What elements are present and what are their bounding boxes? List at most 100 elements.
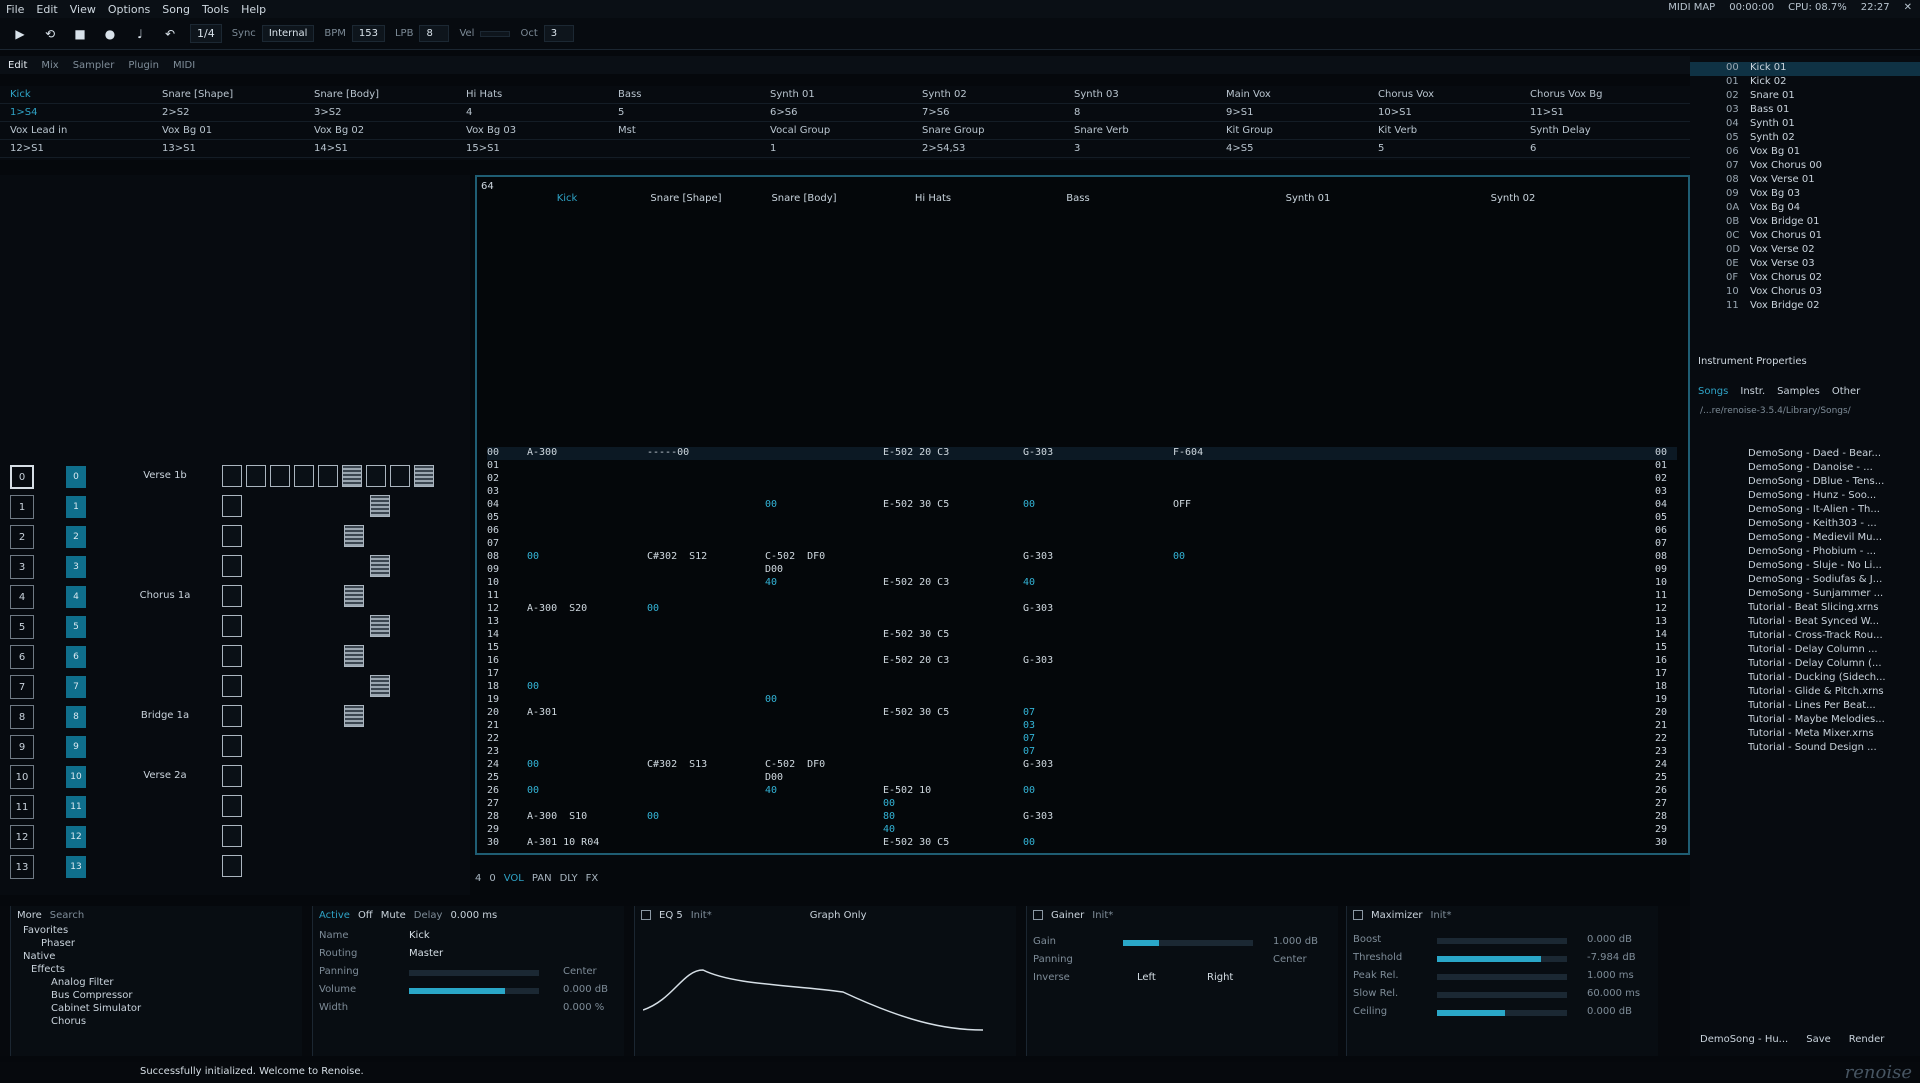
song-file-item[interactable]: Tutorial - Ducking (Sidech... <box>1690 672 1920 686</box>
vol-column-toggle[interactable]: VOL <box>504 873 524 884</box>
instrument-item[interactable]: 08 Vox Verse 01 <box>1690 174 1920 188</box>
song-file-item[interactable]: DemoSong - Medievil Mu... <box>1690 532 1920 546</box>
song-file-item[interactable]: Tutorial - Lines Per Beat... <box>1690 700 1920 714</box>
pattern-row[interactable]: 19 00 19 <box>487 694 1677 707</box>
matrix-cell[interactable] <box>270 465 290 487</box>
pattern-index[interactable]: 7 <box>66 676 86 698</box>
eq-mode-select[interactable]: Graph Only <box>810 910 867 921</box>
tab-plugin[interactable]: Plugin <box>128 60 159 71</box>
note-cell[interactable]: G-303 <box>1023 603 1053 614</box>
sequence-slot[interactable]: 33 <box>10 555 86 579</box>
note-cell[interactable]: E-502 30 C5 <box>883 629 949 640</box>
note-cell[interactable]: 00 <box>1023 499 1035 510</box>
routing-cell[interactable]: 12>S1 <box>0 140 152 157</box>
sequence-number[interactable]: 3 <box>10 555 34 579</box>
note-cell[interactable]: E-502 10 <box>883 785 931 796</box>
routing-cell[interactable]: 3 <box>1064 140 1216 157</box>
instrument-item[interactable]: 0D Vox Verse 02 <box>1690 244 1920 258</box>
note-cell[interactable]: G-303 <box>1023 447 1053 458</box>
tab-mix[interactable]: Mix <box>41 60 58 71</box>
note-cell[interactable]: 00 <box>647 603 659 614</box>
pattern-index[interactable]: 13 <box>66 856 86 878</box>
song-file-item[interactable]: DemoSong - DBlue - Tens... <box>1690 476 1920 490</box>
routing-cell[interactable]: Vox Bg 03 <box>456 122 608 139</box>
menu-song[interactable]: Song <box>162 3 190 16</box>
menu-tools[interactable]: Tools <box>202 3 229 16</box>
song-file-item[interactable]: Tutorial - Sound Design ... <box>1690 742 1920 756</box>
browser-search-input[interactable]: Search <box>50 910 84 921</box>
pattern-row[interactable]: 03 03 <box>487 486 1677 499</box>
routing-cell[interactable]: 1>S4 <box>0 104 152 121</box>
note-cell[interactable]: 00 <box>527 785 539 796</box>
metronome-icon[interactable]: ♩ <box>130 25 150 43</box>
inverse-left-button[interactable]: Left <box>1137 972 1156 983</box>
routing-cell[interactable]: 6 <box>1520 140 1672 157</box>
instrument-item[interactable]: 01 Kick 02 <box>1690 76 1920 90</box>
song-file-item[interactable]: DemoSong - Sluje - No Li... <box>1690 560 1920 574</box>
gain-slider[interactable] <box>1123 940 1253 946</box>
menu-help[interactable]: Help <box>241 3 266 16</box>
matrix-cell[interactable] <box>222 855 242 877</box>
sequence-slot[interactable]: 00 <box>10 465 86 489</box>
sequence-number[interactable]: 9 <box>10 735 34 759</box>
tab-midi[interactable]: MIDI <box>173 60 195 71</box>
pattern-index[interactable]: 3 <box>66 556 86 578</box>
record-icon[interactable]: ● <box>100 25 120 43</box>
note-cell[interactable]: C-502 DF0 <box>765 759 825 770</box>
matrix-cell[interactable] <box>222 765 242 787</box>
ceiling-slider[interactable] <box>1437 1010 1567 1016</box>
matrix-cell[interactable] <box>222 525 242 547</box>
instrument-item[interactable]: 0F Vox Chorus 02 <box>1690 272 1920 286</box>
pattern-index[interactable]: 10 <box>66 766 86 788</box>
track-header[interactable]: Bass <box>1003 189 1153 239</box>
song-file-item[interactable]: Tutorial - Cross-Track Rou... <box>1690 630 1920 644</box>
pattern-index[interactable]: 9 <box>66 736 86 758</box>
pattern-row[interactable]: 24 00 C#302 S13 C-502 DF0 G-303 24 <box>487 759 1677 772</box>
sequence-number[interactable]: 0 <box>10 465 34 489</box>
instrument-item[interactable]: 0B Vox Bridge 01 <box>1690 216 1920 230</box>
routing-cell[interactable]: Vox Lead in <box>0 122 152 139</box>
sequence-slot[interactable]: 55 <box>10 615 86 639</box>
sequence-number[interactable]: 5 <box>10 615 34 639</box>
track-header[interactable]: Hi Hats <box>863 189 1003 239</box>
song-file-item[interactable]: DemoSong - Sunjammer ... <box>1690 588 1920 602</box>
routing-cell[interactable]: 1 <box>760 140 912 157</box>
effect-item[interactable]: Chorus <box>23 1015 302 1028</box>
note-cell[interactable]: E-502 20 C3 <box>883 655 949 666</box>
note-cell[interactable]: C-502 DF0 <box>765 551 825 562</box>
routing-cell[interactable]: Hi Hats <box>456 86 608 103</box>
menu-edit[interactable]: Edit <box>36 3 57 16</box>
play-icon[interactable]: ▶ <box>10 25 30 43</box>
eq-curve-graph[interactable] <box>643 930 1003 1050</box>
routing-cell[interactable]: 7>S6 <box>912 104 1064 121</box>
note-cell[interactable]: 00 <box>647 811 659 822</box>
octave-input[interactable]: 3 <box>543 25 574 42</box>
sequence-number[interactable]: 10 <box>10 765 34 789</box>
song-file-item[interactable]: Tutorial - Delay Column (... <box>1690 658 1920 672</box>
sequence-slot[interactable]: 11 11 <box>10 795 86 819</box>
inverse-right-button[interactable]: Right <box>1207 972 1233 983</box>
routing-cell[interactable]: 15>S1 <box>456 140 608 157</box>
routing-cell[interactable]: 4>S5 <box>1216 140 1368 157</box>
song-file-item[interactable]: DemoSong - Danoise - ... <box>1690 462 1920 476</box>
note-cell[interactable]: E-502 30 C5 <box>883 499 949 510</box>
note-cell[interactable]: G-303 <box>1023 759 1053 770</box>
matrix-cell[interactable] <box>222 675 242 697</box>
pattern-row[interactable]: 00 A-300 -----00 E-502 20 C3 G-303 F-604 00 <box>487 447 1677 460</box>
routing-cell[interactable]: 2>S4,S3 <box>912 140 1064 157</box>
matrix-cell[interactable] <box>414 465 434 487</box>
volume-slider[interactable] <box>409 988 539 994</box>
instrument-item[interactable]: 0C Vox Chorus 01 <box>1690 230 1920 244</box>
matrix-cell[interactable] <box>344 645 364 667</box>
note-cell[interactable]: OFF <box>1173 499 1191 510</box>
sequence-number[interactable]: 11 <box>10 795 34 819</box>
routing-cell[interactable]: Bass <box>608 86 760 103</box>
note-cell[interactable]: 80 <box>883 811 895 822</box>
peak-release-slider[interactable] <box>1437 974 1567 980</box>
stop-icon[interactable]: ■ <box>70 25 90 43</box>
song-file-item[interactable]: DemoSong - Daed - Bear... <box>1690 448 1920 462</box>
pattern-row[interactable]: 12 A-300 S20 00 G-303 12 <box>487 603 1677 616</box>
sequence-slot[interactable]: 12 12 <box>10 825 86 849</box>
note-cell[interactable]: 03 <box>1023 720 1035 731</box>
menu-options[interactable]: Options <box>108 3 150 16</box>
